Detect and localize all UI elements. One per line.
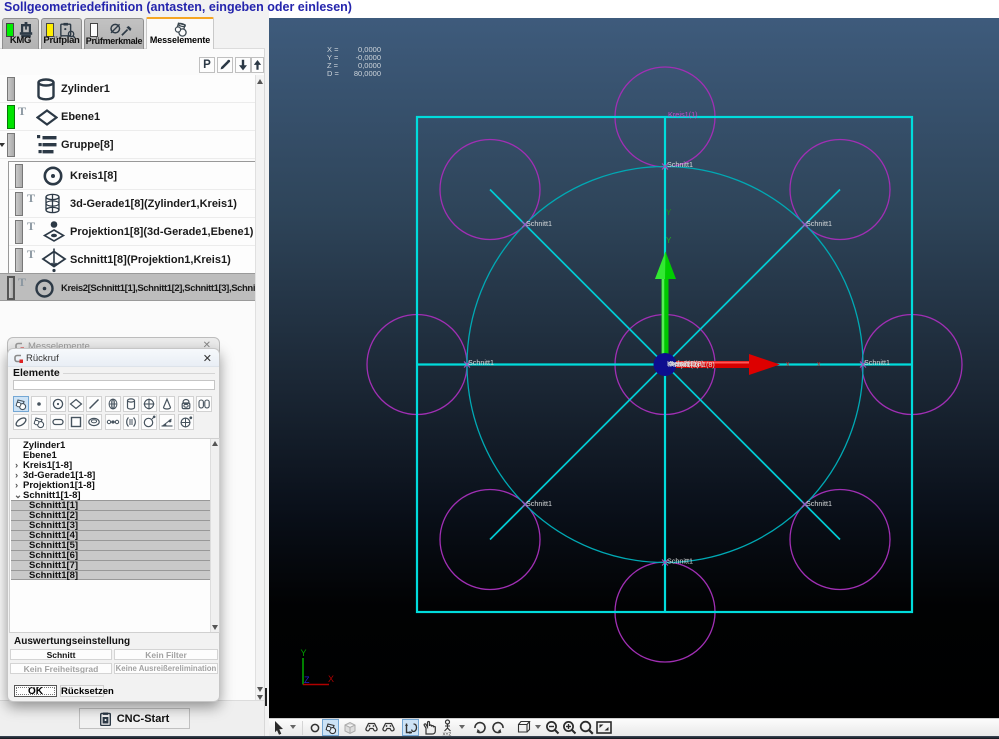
svg-text:Y: Y xyxy=(666,208,672,217)
svg-text:Schnitt1: Schnitt1 xyxy=(526,219,552,228)
svg-text:Schnitt1: Schnitt1 xyxy=(864,358,890,367)
svg-text:Schnitt1: Schnitt1 xyxy=(806,499,832,508)
svg-text:Schnitt1: Schnitt1 xyxy=(468,358,494,367)
svg-text:Kreis1(1): Kreis1(1) xyxy=(668,110,698,119)
svg-text:Schnitt1: Schnitt1 xyxy=(667,557,693,566)
svg-text:Projektion1(8): Projektion1(8) xyxy=(670,360,715,369)
svg-text:Schnitt1: Schnitt1 xyxy=(667,160,693,169)
svg-text:Z: Z xyxy=(304,675,310,685)
svg-text:Y: Y xyxy=(301,648,307,658)
svg-text:XYZ: XYZ xyxy=(443,732,452,737)
svg-text:Schnitt1: Schnitt1 xyxy=(806,219,832,228)
svg-text:X: X xyxy=(328,674,334,684)
svg-text:Schnitt1: Schnitt1 xyxy=(526,499,552,508)
svg-text:x: x xyxy=(817,361,821,368)
svg-text:x: x xyxy=(786,361,790,368)
svg-text:Y: Y xyxy=(666,236,672,245)
